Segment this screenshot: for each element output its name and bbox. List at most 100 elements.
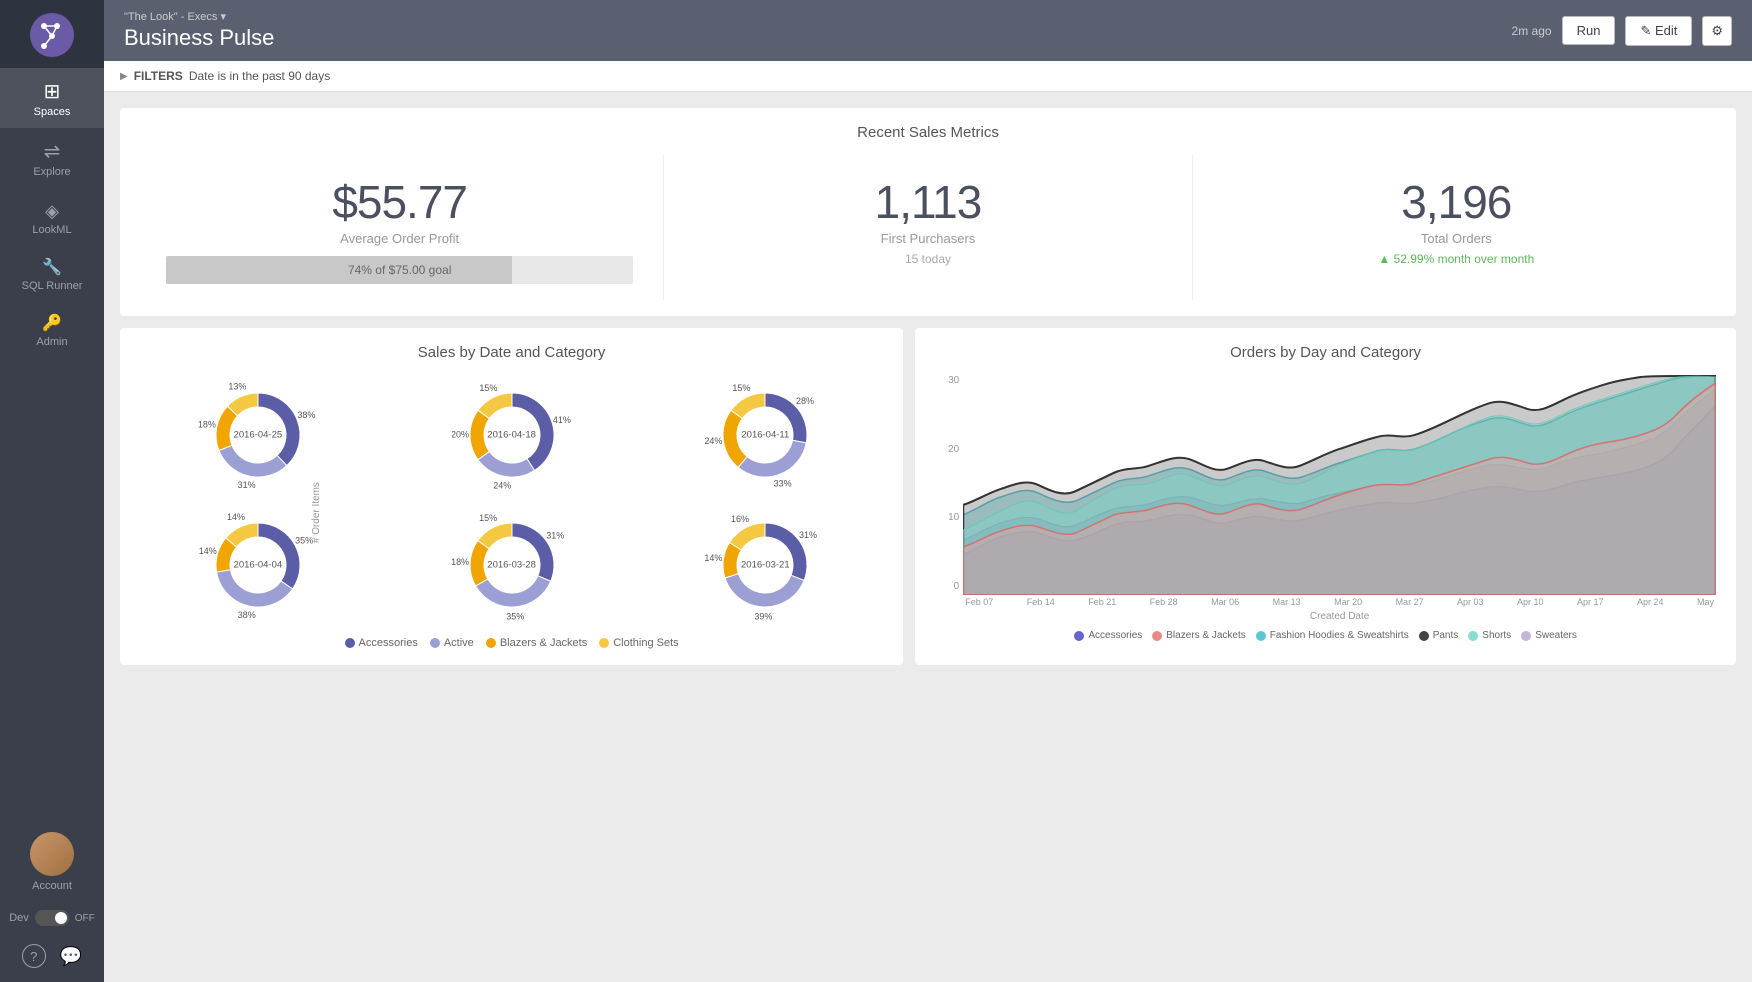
donut-date-4: 2016-03-28 [487,560,536,571]
x-tick-0: Feb 07 [965,597,993,607]
x-tick-8: Apr 03 [1457,597,1484,607]
y-axis-label: # Order Items [311,482,322,543]
orders-legend-dot-5 [1521,631,1531,641]
explore-icon: ⇌ [44,142,61,162]
legend-item-3: Clothing Sets [599,637,678,649]
x-tick-2: Feb 21 [1088,597,1116,607]
sidebar-label-sql-runner: SQL Runner [22,280,83,292]
settings-button[interactable]: ⚙ [1702,16,1732,46]
x-tick-5: Mar 13 [1273,597,1301,607]
orders-legend-label-2: Fashion Hoodies & Sweatshirts [1270,630,1409,641]
area-chart-svg [963,375,1716,595]
legend-item-2: Blazers & Jackets [486,637,587,649]
orders-legend-item-4: Shorts [1468,630,1511,641]
recent-sales-title: Recent Sales Metrics [136,124,1720,141]
progress-bar: 74% of $75.00 goal [166,256,633,284]
sidebar-bottom: Account Dev OFF ? 💬 [0,820,104,982]
dev-toggle[interactable] [35,910,69,926]
breadcrumb[interactable]: "The Look" - Execs ▾ [124,10,274,23]
filter-bar: ▶ FILTERS Date is in the past 90 days [104,61,1752,92]
recent-sales-section: Recent Sales Metrics $55.77 Average Orde… [120,108,1736,316]
x-axis: Feb 07 Feb 14 Feb 21 Feb 28 Mar 06 Mar 1… [963,597,1716,607]
svg-text:24%: 24% [705,436,722,446]
sidebar-item-spaces[interactable]: ⊞ Spaces [0,68,104,128]
sql-runner-icon: 🔧 [42,260,62,276]
avg-order-profit-value: $55.77 [146,175,653,229]
svg-text:14%: 14% [227,512,245,522]
sidebar-label-admin: Admin [36,336,67,348]
svg-text:38%: 38% [297,410,315,420]
account-label: Account [32,880,72,892]
legend-label-0: Accessories [359,637,418,649]
orders-by-day-card: Orders by Day and Category 30 20 10 0 [915,328,1736,665]
metric-first-purchasers: 1,113 First Purchasers 15 today [664,155,1192,300]
edit-button[interactable]: ✎ Edit [1625,16,1692,46]
svg-text:24%: 24% [493,480,511,490]
orders-legend-dot-0 [1074,631,1084,641]
donut-wrapper-4: 31%35%18%15%2016-03-28 [452,505,572,625]
svg-text:35%: 35% [506,611,524,621]
lookml-icon: ◈ [45,202,59,220]
avatar [30,832,74,876]
legend-label-3: Clothing Sets [613,637,678,649]
donut-chart-3: 35%38%14%14%2016-04-04 [136,505,380,625]
orders-legend-item-0: Accessories [1074,630,1142,641]
donut-wrapper-2: 28%33%24%15%2016-04-11 [705,375,825,495]
svg-text:15%: 15% [733,383,751,393]
sales-by-date-title: Sales by Date and Category [136,344,887,361]
svg-text:14%: 14% [705,553,722,563]
first-purchasers-value: 1,113 [674,175,1181,229]
svg-text:18%: 18% [198,420,216,430]
toggle-knob [55,912,67,924]
dashboard: Recent Sales Metrics $55.77 Average Orde… [104,92,1752,982]
filter-label: FILTERS [134,69,183,83]
svg-text:14%: 14% [199,546,217,556]
sidebar-item-account[interactable]: Account [0,820,104,902]
sidebar-item-sql-runner[interactable]: 🔧 SQL Runner [0,246,104,302]
legend-dot-3 [599,638,609,648]
orders-legend-label-1: Blazers & Jackets [1166,630,1245,641]
donut-wrapper-1: 41%24%20%15%2016-04-18 [452,375,572,495]
feedback-icon[interactable]: 💬 [60,946,82,967]
orders-by-day-title: Orders by Day and Category [931,344,1720,361]
sidebar-label-explore: Explore [33,166,70,178]
x-tick-1: Feb 14 [1027,597,1055,607]
donut-chart-5: 31%39%14%16%2016-03-21 [643,505,887,625]
sidebar-item-explore[interactable]: ⇌ Explore [0,128,104,188]
total-orders-label: Total Orders [1203,231,1710,246]
donut-wrapper-3: 35%38%14%14%2016-04-04 [198,505,318,625]
filter-toggle-icon[interactable]: ▶ [120,71,128,82]
orders-legend-item-1: Blazers & Jackets [1152,630,1245,641]
y-tick-0: 0 [954,581,960,592]
page-title: Business Pulse [124,25,274,51]
sales-by-date-card: Sales by Date and Category 38%31%18%13%2… [120,328,903,665]
donut-date-3: 2016-04-04 [234,560,283,571]
sidebar-label-lookml: LookML [32,224,71,236]
svg-text:31%: 31% [546,531,564,541]
donut-legend: AccessoriesActiveBlazers & JacketsClothi… [136,637,887,649]
svg-text:33%: 33% [774,478,792,488]
orders-legend-dot-2 [1256,631,1266,641]
orders-legend-item-3: Pants [1419,630,1459,641]
sidebar-item-lookml[interactable]: ◈ LookML [0,188,104,246]
sidebar-item-admin[interactable]: 🔑 Admin [0,302,104,358]
help-icon[interactable]: ? [22,944,46,968]
help-row: ? 💬 [22,936,82,982]
donut-wrapper-0: 38%31%18%13%2016-04-25 [198,375,318,495]
total-orders-value: 3,196 [1203,175,1710,229]
svg-text:39%: 39% [755,611,773,621]
last-run-time: 2m ago [1512,24,1552,38]
donut-chart-2: 28%33%24%15%2016-04-11 [643,375,887,495]
sidebar-label-spaces: Spaces [34,106,71,118]
legend-dot-1 [430,638,440,648]
x-tick-12: May [1697,597,1714,607]
svg-text:15%: 15% [479,513,497,523]
legend-label-2: Blazers & Jackets [500,637,587,649]
progress-text: 74% of $75.00 goal [166,263,633,277]
svg-text:31%: 31% [799,530,817,540]
y-tick-30: 30 [948,375,959,386]
main-content: "The Look" - Execs ▾ Business Pulse 2m a… [104,0,1752,982]
area-chart-wrapper: 30 20 10 0 [931,375,1720,622]
run-button[interactable]: Run [1562,16,1616,45]
charts-row: Sales by Date and Category 38%31%18%13%2… [120,328,1736,665]
